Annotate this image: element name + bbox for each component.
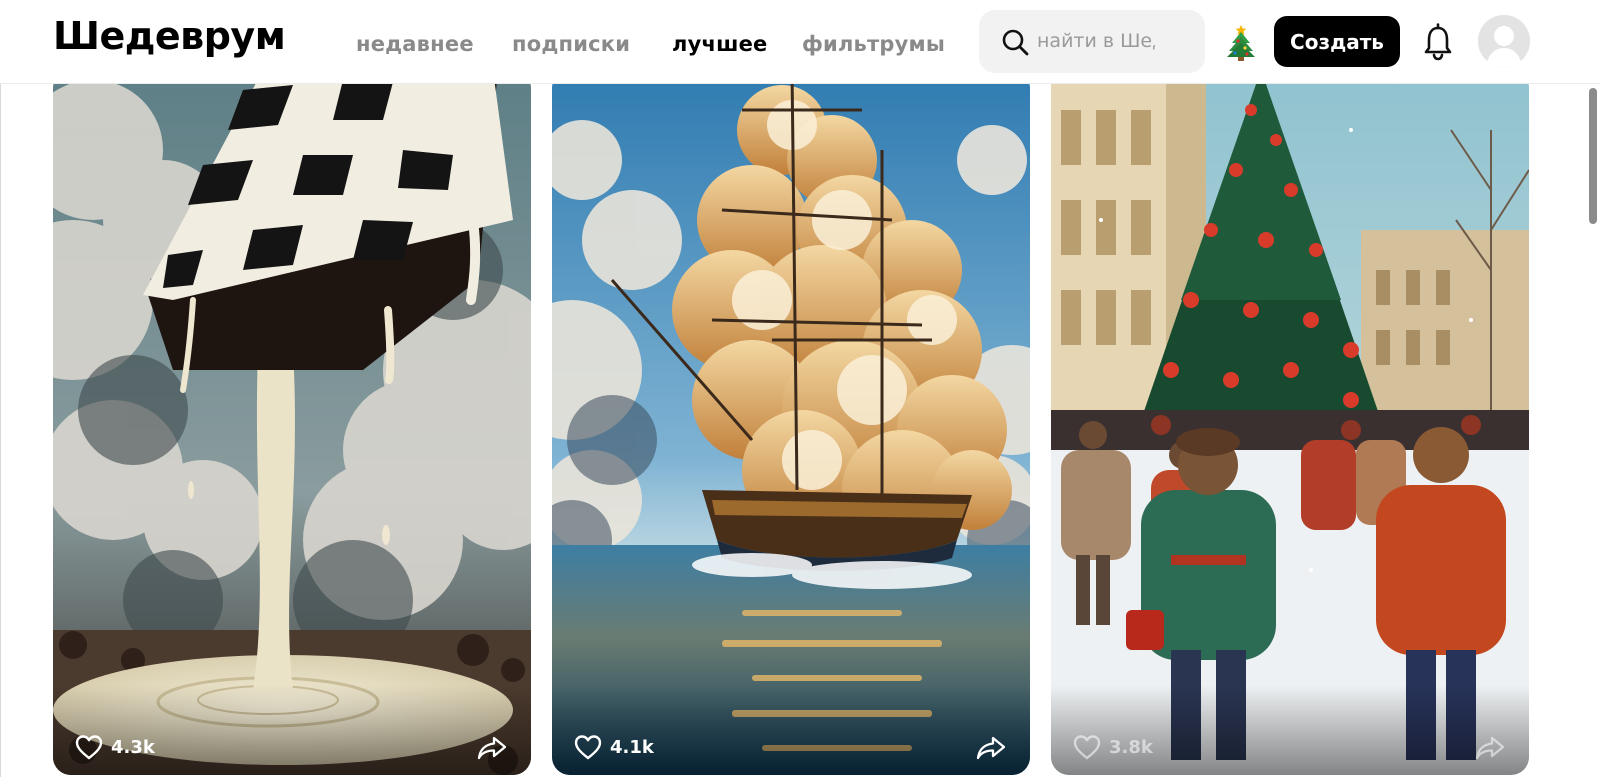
image-feed: 4.3k 4.1k 3.8k <box>0 84 1600 777</box>
feed-card[interactable]: 3.8k <box>1051 84 1529 775</box>
search-input[interactable] <box>1037 22 1155 60</box>
tab-recent[interactable]: недавнее <box>356 32 474 56</box>
feed-card[interactable]: 4.1k <box>552 84 1030 775</box>
bell-icon[interactable] <box>1421 22 1455 62</box>
scrollbar-thumb[interactable] <box>1589 88 1597 224</box>
share-icon[interactable] <box>477 735 507 761</box>
card-image <box>1051 84 1529 775</box>
like-count: 4.1k <box>610 736 654 758</box>
logo[interactable]: Шедеврум <box>53 14 286 58</box>
search-icon <box>1002 29 1029 56</box>
tab-best[interactable]: лучшее <box>672 32 767 56</box>
like-count: 3.8k <box>1109 736 1153 758</box>
christmas-tree-icon[interactable] <box>1224 22 1258 62</box>
search-box[interactable] <box>979 10 1205 73</box>
like-button[interactable]: 4.3k <box>75 731 155 763</box>
heart-icon <box>1073 735 1101 760</box>
feed-card[interactable]: 4.3k <box>53 84 531 775</box>
tab-filtrums[interactable]: фильтрумы <box>802 32 945 56</box>
page-scrollbar[interactable] <box>1586 0 1600 777</box>
like-count: 4.3k <box>111 736 155 758</box>
card-image <box>552 84 1030 775</box>
share-icon[interactable] <box>1475 735 1505 761</box>
heart-icon <box>574 735 602 760</box>
create-button[interactable]: Создать <box>1274 16 1400 67</box>
top-bar: Шедеврум недавнее подписки лучшее фильтр… <box>0 0 1600 84</box>
share-icon[interactable] <box>976 735 1006 761</box>
avatar-silhouette <box>1478 15 1530 67</box>
like-button[interactable]: 3.8k <box>1073 731 1153 763</box>
tab-subscriptions[interactable]: подписки <box>512 32 630 56</box>
user-avatar-icon[interactable] <box>1478 15 1530 67</box>
like-button[interactable]: 4.1k <box>574 731 654 763</box>
heart-icon <box>75 735 103 760</box>
card-image <box>53 84 531 775</box>
